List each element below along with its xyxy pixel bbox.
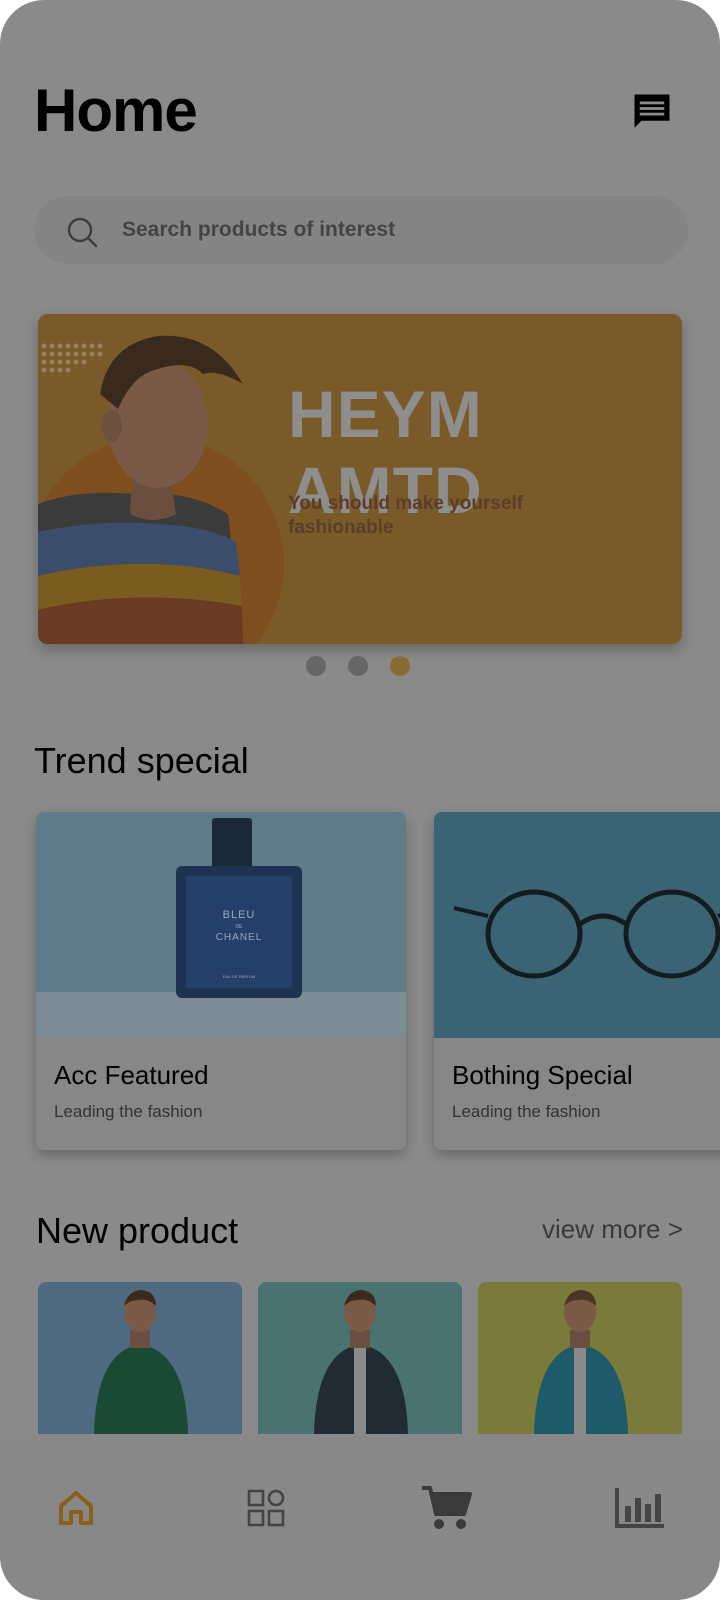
bottle-label-line: EAU DE PARFUM [223,974,256,979]
nav-stats[interactable] [608,1476,672,1540]
home-screen: Home Search products of interest HEYM AM… [0,0,720,1600]
card-title: Acc Featured [54,1060,209,1090]
page-title: Home [34,77,198,144]
perfume-image: BLEU DE CHANEL EAU DE PARFUM [36,812,406,1038]
card-title: Bothing Special [452,1060,633,1090]
chat-icon [634,94,670,128]
bottle-label-line: CHANEL [216,932,263,943]
categories-icon [247,1489,285,1527]
trend-card[interactable]: Bothing Special Leading the fashion [434,812,720,1150]
bottle-label-line: DE [236,924,244,930]
product-photo [258,1282,462,1434]
new-product-title: New product [36,1210,239,1251]
banner-subtitle: You should make yourself fashionable [288,493,524,538]
cart-icon [422,1486,472,1529]
home-icon [59,1491,93,1525]
bottle-label-line: BLEU [223,909,256,921]
view-more-link[interactable]: view more > [542,1214,683,1245]
carousel-dot[interactable] [348,656,368,676]
bottom-navigation [0,1434,720,1600]
nav-cart[interactable] [414,1476,478,1540]
product-thumbnail[interactable] [478,1282,682,1434]
search-placeholder: Search products of interest [122,218,396,241]
carousel-dot[interactable] [306,656,326,676]
product-photo [38,1282,242,1434]
nav-home[interactable] [44,1476,108,1540]
product-thumbnail[interactable] [258,1282,462,1434]
product-photo [478,1282,682,1434]
trend-card[interactable]: BLEU DE CHANEL EAU DE PARFUM Acc Feature… [36,812,406,1150]
trend-section-title: Trend special [34,740,249,781]
card-subtitle: Leading the fashion [452,1102,601,1121]
carousel-indicator [306,656,410,676]
messages-button[interactable] [628,88,676,136]
card-subtitle: Leading the fashion [54,1102,203,1121]
product-thumbnail[interactable] [38,1282,242,1434]
carousel-dot-active[interactable] [390,656,410,676]
search-bar[interactable]: Search products of interest [34,196,688,264]
search-icon [67,217,98,248]
stats-icon [615,1488,664,1528]
nav-categories[interactable] [234,1476,298,1540]
promo-banner[interactable]: HEYM AMTD You should make yourself fashi… [38,314,682,644]
glasses-image [434,812,720,1038]
